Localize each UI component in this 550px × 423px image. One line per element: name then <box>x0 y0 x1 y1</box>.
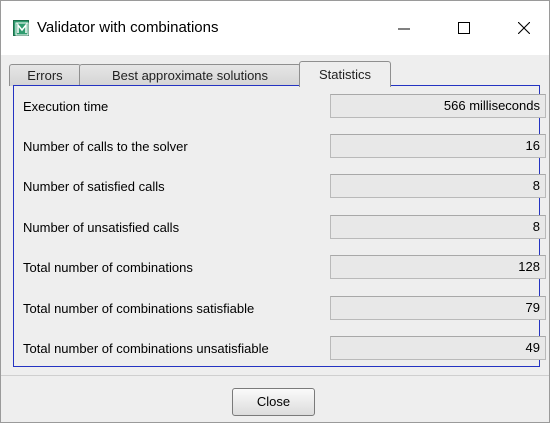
footer-divider <box>1 375 549 376</box>
dialog-content: Errors Best approximate solutions Statis… <box>1 55 549 422</box>
close-window-button[interactable] <box>501 1 547 55</box>
stat-label: Total number of combinations unsatisfiab… <box>23 341 269 356</box>
stat-row-solver-calls: Number of calls to the solver 16 <box>14 134 546 160</box>
stat-value-field[interactable]: 79 <box>330 296 546 320</box>
tab-best-approximate-solutions[interactable]: Best approximate solutions <box>79 64 301 86</box>
close-button[interactable]: Close <box>232 388 315 416</box>
window-title: Validator with combinations <box>37 19 219 36</box>
stat-label: Number of satisfied calls <box>23 179 165 194</box>
app-logo-icon <box>13 20 29 36</box>
stat-value-field[interactable]: 128 <box>330 255 546 279</box>
stat-label: Number of unsatisfied calls <box>23 220 180 235</box>
minimize-icon <box>398 28 410 30</box>
stat-value-field[interactable]: 8 <box>330 215 546 239</box>
stat-row-execution-time: Execution time 566 milliseconds <box>14 94 546 120</box>
stat-row-combinations-satisfiable: Total number of combinations satisfiable… <box>14 296 546 322</box>
tab-errors[interactable]: Errors <box>9 64 81 86</box>
stat-row-unsatisfied-calls: Number of unsatisfied calls 8 <box>14 215 546 241</box>
statistics-panel: Execution time 566 milliseconds Number o… <box>13 85 546 367</box>
minimize-button[interactable] <box>381 1 427 55</box>
stat-value-field[interactable]: 16 <box>330 134 546 158</box>
stat-value-field[interactable]: 49 <box>330 336 546 360</box>
maximize-icon <box>458 22 470 34</box>
stat-label: Execution time <box>23 99 109 114</box>
stat-row-satisfied-calls: Number of satisfied calls 8 <box>14 174 546 200</box>
stat-value-field[interactable]: 8 <box>330 174 546 198</box>
stat-value-field[interactable]: 566 milliseconds <box>330 94 546 118</box>
maximize-button[interactable] <box>441 1 487 55</box>
stat-row-total-combinations: Total number of combinations 128 <box>14 255 546 281</box>
stat-label: Total number of combinations <box>23 260 193 275</box>
tab-statistics[interactable]: Statistics <box>299 61 391 87</box>
title-bar[interactable]: Validator with combinations <box>1 1 549 55</box>
stat-label: Total number of combinations satisfiable <box>23 301 255 316</box>
validator-window: Validator with combinations Errors Best … <box>0 0 550 423</box>
close-icon <box>518 22 530 34</box>
stat-label: Number of calls to the solver <box>23 139 188 154</box>
stat-row-combinations-unsatisfiable: Total number of combinations unsatisfiab… <box>14 336 546 362</box>
